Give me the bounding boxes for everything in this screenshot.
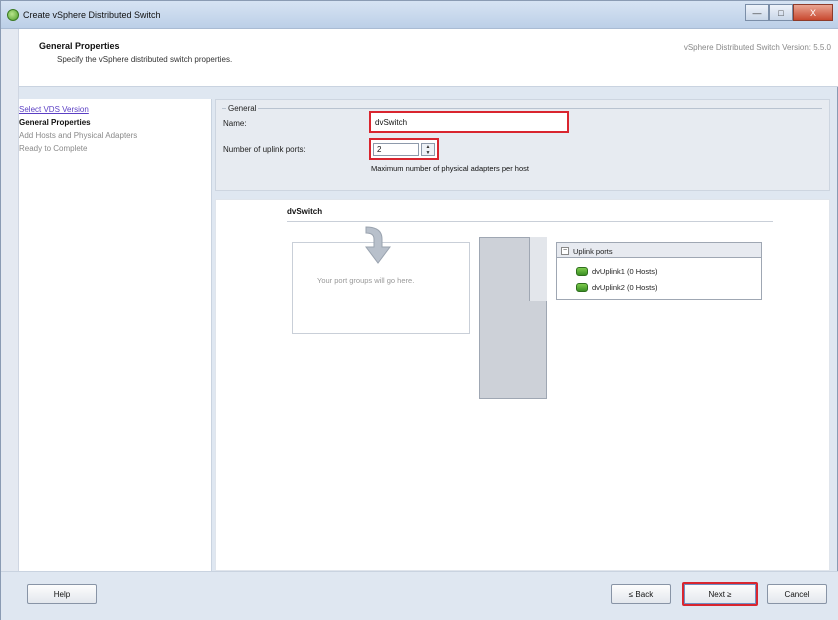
left-edge-strip bbox=[1, 29, 19, 587]
uplink-icon bbox=[576, 266, 588, 276]
uplink-item[interactable]: dvUplink1 (0 Hosts) bbox=[576, 265, 657, 277]
uplink-item-label: dvUplink1 (0 Hosts) bbox=[592, 266, 658, 276]
uplink-ports-title: Uplink ports bbox=[573, 247, 613, 256]
back-button[interactable]: ≤ Back bbox=[611, 584, 671, 604]
minimize-button[interactable]: — bbox=[745, 4, 769, 21]
name-input[interactable] bbox=[369, 111, 569, 133]
cancel-button[interactable]: Cancel bbox=[767, 584, 827, 604]
window-controls: — □ X bbox=[745, 4, 833, 22]
steps-panel bbox=[19, 99, 212, 571]
close-button[interactable]: X bbox=[793, 4, 833, 21]
window-title: Create vSphere Distributed Switch bbox=[23, 10, 161, 20]
page-subtitle: Specify the vSphere distributed switch p… bbox=[57, 55, 233, 64]
uplink-ports-stepper[interactable]: 2 ▲ ▼ bbox=[369, 138, 439, 160]
step-ready-to-complete: Ready to Complete bbox=[19, 144, 88, 153]
uplink-ports-label: Number of uplink ports: bbox=[223, 145, 306, 154]
collapse-icon[interactable]: − bbox=[561, 247, 569, 255]
next-button[interactable]: Next ≥ bbox=[682, 582, 758, 606]
uplink-icon bbox=[576, 282, 588, 292]
name-label: Name: bbox=[223, 119, 247, 128]
page-title: General Properties bbox=[39, 41, 120, 51]
spinner-arrows-icon[interactable]: ▲ ▼ bbox=[421, 143, 435, 156]
uplink-item[interactable]: dvUplink2 (0 Hosts) bbox=[576, 281, 657, 293]
switch-divider bbox=[287, 221, 773, 222]
step-add-hosts: Add Hosts and Physical Adapters bbox=[19, 131, 138, 140]
wizard-window: Create vSphere Distributed Switch — □ X … bbox=[0, 0, 838, 620]
version-label: vSphere Distributed Switch Version: 5.5.… bbox=[683, 43, 831, 52]
step-select-vds-version[interactable]: Select VDS Version bbox=[19, 105, 89, 114]
down-arrow-icon bbox=[365, 226, 391, 264]
group-legend: General bbox=[226, 104, 259, 113]
switch-name-label: dvSwitch bbox=[287, 207, 323, 216]
title-bar: Create vSphere Distributed Switch — □ X bbox=[1, 1, 838, 29]
vsphere-app-icon bbox=[7, 9, 19, 21]
wizard-header: General Properties Specify the vSphere d… bbox=[19, 29, 838, 87]
help-button[interactable]: Help bbox=[27, 584, 97, 604]
step-general-properties: General Properties bbox=[19, 118, 91, 127]
uplink-ports-hint: Maximum number of physical adapters per … bbox=[371, 164, 529, 173]
uplink-item-label: dvUplink2 (0 Hosts) bbox=[592, 282, 658, 292]
group-divider bbox=[222, 108, 822, 109]
uplink-ports-value[interactable]: 2 bbox=[373, 143, 419, 156]
switch-connector bbox=[529, 237, 547, 301]
maximize-button[interactable]: □ bbox=[769, 4, 793, 21]
portgroups-placeholder: Your port groups will go here. bbox=[317, 276, 415, 285]
